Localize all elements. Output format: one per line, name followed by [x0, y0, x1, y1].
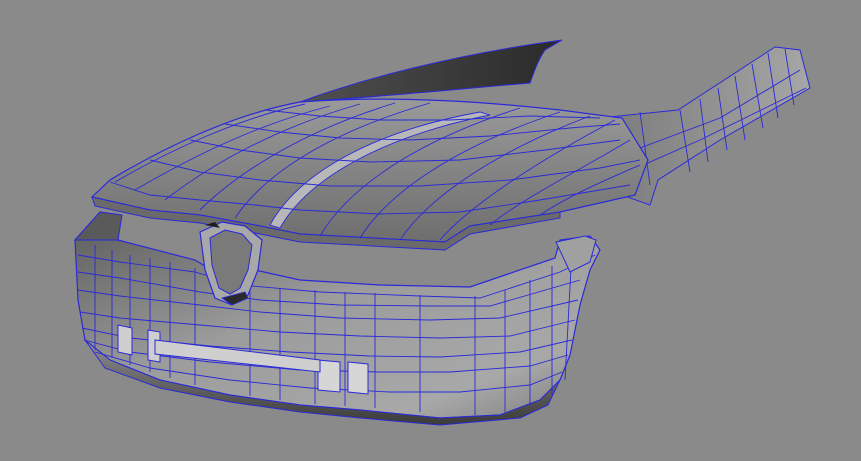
windshield-edge[interactable] — [299, 39, 563, 103]
car-model-wireframe[interactable] — [0, 0, 861, 461]
3d-viewport[interactable] — [0, 0, 861, 461]
hood-panel[interactable] — [90, 98, 649, 251]
